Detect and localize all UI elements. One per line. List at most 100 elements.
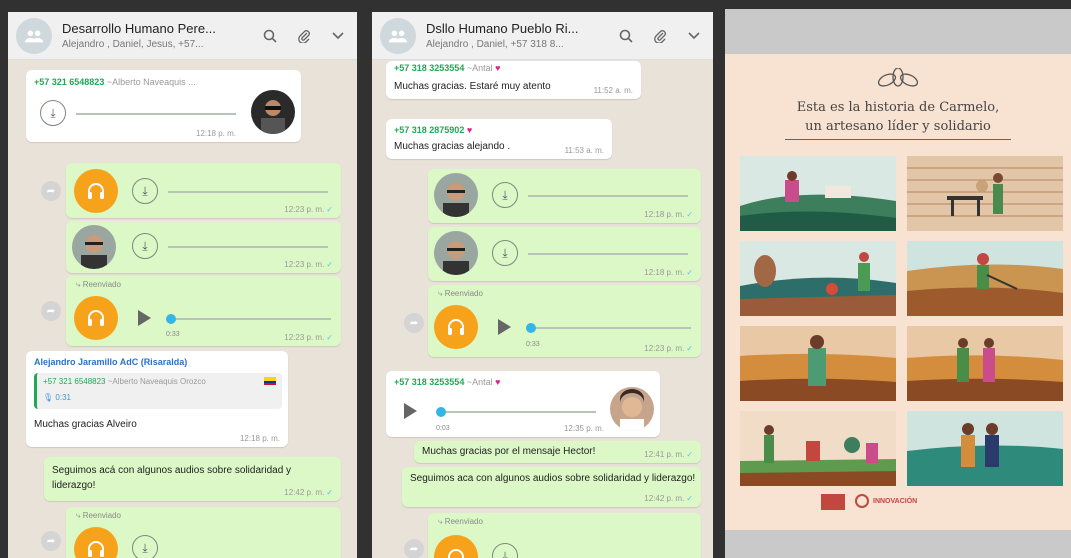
poster-title-line1: Esta es la historia de Carmelo, (796, 100, 1000, 115)
sponsor-logo (821, 494, 845, 510)
download-icon[interactable]: ⤓ (132, 535, 158, 558)
forwarded-audio-message[interactable]: ⤷ Reenviado 0:33 12:23 p. m. ✓ (66, 276, 341, 346)
incoming-text-message[interactable]: +57 318 2875902 ♥ Muchas gracias alejand… (386, 119, 612, 159)
forwarded-label: ⤷ Reenviado (438, 289, 483, 298)
message-list[interactable]: +57 318 3253554 ~Antal ♥ Muchas gracias.… (372, 61, 713, 558)
message-time: 12:18 p. m. ✓ (644, 210, 693, 219)
group-icon (24, 30, 44, 42)
group-avatar[interactable] (16, 17, 52, 54)
sender-alias: ~Antal (466, 377, 493, 387)
sender-avatar (610, 387, 654, 431)
chat-members: Alejandro , Daniel, +57 318 8... (426, 39, 564, 50)
headphones-icon[interactable] (434, 305, 478, 349)
forwarded-audio-message[interactable]: ⤷ Reenviado ⤓ (428, 513, 701, 558)
message-time: 12:18 p. m. ✓ (644, 268, 693, 277)
download-icon[interactable]: ⤓ (40, 100, 66, 126)
incoming-reply-message[interactable]: Alejandro Jaramillo AdC (Risaralda) +57 … (26, 351, 288, 447)
outgoing-audio-message[interactable]: ⤓ 12:23 p. m. ✓ (66, 221, 341, 273)
message-list[interactable]: +57 321 6548823 ~Alberto Naveaquis ... ⤓… (8, 61, 357, 558)
download-icon[interactable]: ⤓ (132, 233, 158, 259)
audio-waveform (168, 191, 328, 193)
attach-icon[interactable] (293, 25, 315, 47)
incoming-text-message[interactable]: +57 318 3253554 ~Antal ♥ Muchas gracias.… (386, 61, 641, 99)
forward-icon[interactable]: ➦ (404, 313, 424, 333)
message-text: Seguimos aca con algunos audios sobre so… (410, 473, 696, 484)
incoming-audio-message[interactable]: +57 321 6548823 ~Alberto Naveaquis ... ⤓… (26, 70, 301, 142)
sender-alias: ~Alberto Naveaquis ... (106, 77, 196, 87)
download-icon[interactable]: ⤓ (492, 543, 518, 558)
audio-waveform (536, 327, 691, 329)
search-icon[interactable] (259, 25, 281, 47)
headphones-icon[interactable] (434, 535, 478, 558)
forwarded-label: ⤷ Reenviado (438, 517, 483, 526)
audio-waveform (446, 411, 596, 413)
chat-window-desarrollo: Desarrollo Humano Pere... Alejandro , Da… (8, 12, 357, 558)
heart-emoji-icon: ♥ (495, 377, 501, 387)
title-underline (785, 139, 1011, 140)
chevron-down-icon[interactable] (683, 25, 705, 47)
outgoing-audio-message[interactable]: ⤓ 12:18 p. m. ✓ (428, 227, 701, 281)
illustration-tile (740, 411, 896, 486)
chat-title: Desarrollo Humano Pere... (62, 21, 216, 36)
message-time: 12:18 p. m. (195, 129, 236, 138)
flag-icon (264, 377, 276, 385)
message-text: Muchas gracias Alveiro (34, 419, 137, 430)
incoming-audio-message[interactable]: +57 318 3253554 ~Antal ♥ 0:03 12:35 p. m… (386, 371, 660, 437)
forward-icon[interactable]: ➦ (41, 531, 61, 551)
group-avatar[interactable] (380, 17, 416, 54)
download-icon[interactable]: ⤓ (492, 182, 518, 208)
chat-header[interactable]: Desarrollo Humano Pere... Alejandro , Da… (8, 12, 357, 60)
outgoing-audio-message[interactable]: ⤓ 12:23 p. m. ✓ (66, 163, 341, 218)
search-icon[interactable] (615, 25, 637, 47)
outgoing-text-message[interactable]: Seguimos acá con algunos audios sobre so… (44, 457, 341, 501)
download-icon[interactable]: ⤓ (132, 178, 158, 204)
chat-members: Alejandro , Daniel, Jesus, +57... (62, 39, 204, 50)
attach-icon[interactable] (649, 25, 671, 47)
sender-phone: +57 318 2875902 (394, 125, 465, 135)
message-time: 12:23 p. m. ✓ (284, 333, 333, 342)
play-icon[interactable] (404, 403, 417, 419)
sender-avatar (434, 231, 478, 275)
audio-progress-handle[interactable] (436, 407, 446, 417)
chevron-down-icon[interactable] (327, 25, 349, 47)
message-time: 12:23 p. m. ✓ (284, 205, 333, 214)
message-time: 12:23 p. m. ✓ (284, 260, 333, 269)
message-text: Muchas gracias por el mensaje Hector! (422, 446, 596, 457)
headphones-icon[interactable] (74, 527, 118, 558)
audio-progress-handle[interactable] (526, 323, 536, 333)
play-icon[interactable] (138, 310, 151, 326)
message-time: 11:53 a. m. (564, 146, 604, 155)
sender-alias: ~Antal (466, 63, 493, 73)
outgoing-text-message[interactable]: Muchas gracias por el mensaje Hector! 12… (414, 441, 701, 463)
headphones-icon[interactable] (74, 169, 118, 213)
audio-duration: 0:33 (526, 341, 540, 348)
story-poster[interactable]: Esta es la historia de Carmelo, un artes… (725, 54, 1071, 530)
download-icon[interactable]: ⤓ (492, 240, 518, 266)
forwarded-audio-message[interactable]: ⤷ Reenviado 0:33 12:23 p. m. ✓ (428, 285, 701, 357)
audio-waveform (176, 318, 331, 320)
illustration-tile (907, 156, 1063, 231)
heart-emoji-icon: ♥ (495, 63, 501, 73)
message-time: 12:35 p. m. (563, 424, 604, 433)
quoted-message[interactable]: +57 321 6548823 ~Alberto Naveaquis Orozc… (34, 373, 282, 409)
forward-icon[interactable]: ➦ (41, 181, 61, 201)
headphones-icon[interactable] (74, 296, 118, 340)
illustration-tile (740, 326, 896, 401)
message-time: 12:42 p. m. ✓ (284, 488, 333, 497)
sender-phone: +57 318 3253554 (394, 377, 465, 387)
quoted-sender: +57 321 6548823 (43, 377, 106, 386)
quoted-audio: 🎙 0:31 (43, 393, 71, 402)
outgoing-audio-message[interactable]: ⤓ 12:18 p. m. ✓ (428, 169, 701, 223)
sender-avatar (434, 173, 478, 217)
audio-progress-handle[interactable] (166, 314, 176, 324)
forward-icon[interactable]: ➦ (404, 539, 424, 558)
group-icon (388, 30, 408, 42)
outgoing-text-message[interactable]: Seguimos aca con algunos audios sobre so… (402, 467, 701, 507)
forwarded-audio-message[interactable]: ⤷ Reenviado ⤓ (66, 507, 341, 558)
forwarded-label: ⤷ Reenviado (76, 280, 121, 289)
forward-icon[interactable]: ➦ (41, 301, 61, 321)
play-icon[interactable] (498, 319, 511, 335)
sender-avatar (251, 90, 295, 134)
audio-waveform (528, 195, 688, 197)
chat-header[interactable]: Dsllo Humano Pueblo Ri... Alejandro , Da… (372, 12, 713, 60)
